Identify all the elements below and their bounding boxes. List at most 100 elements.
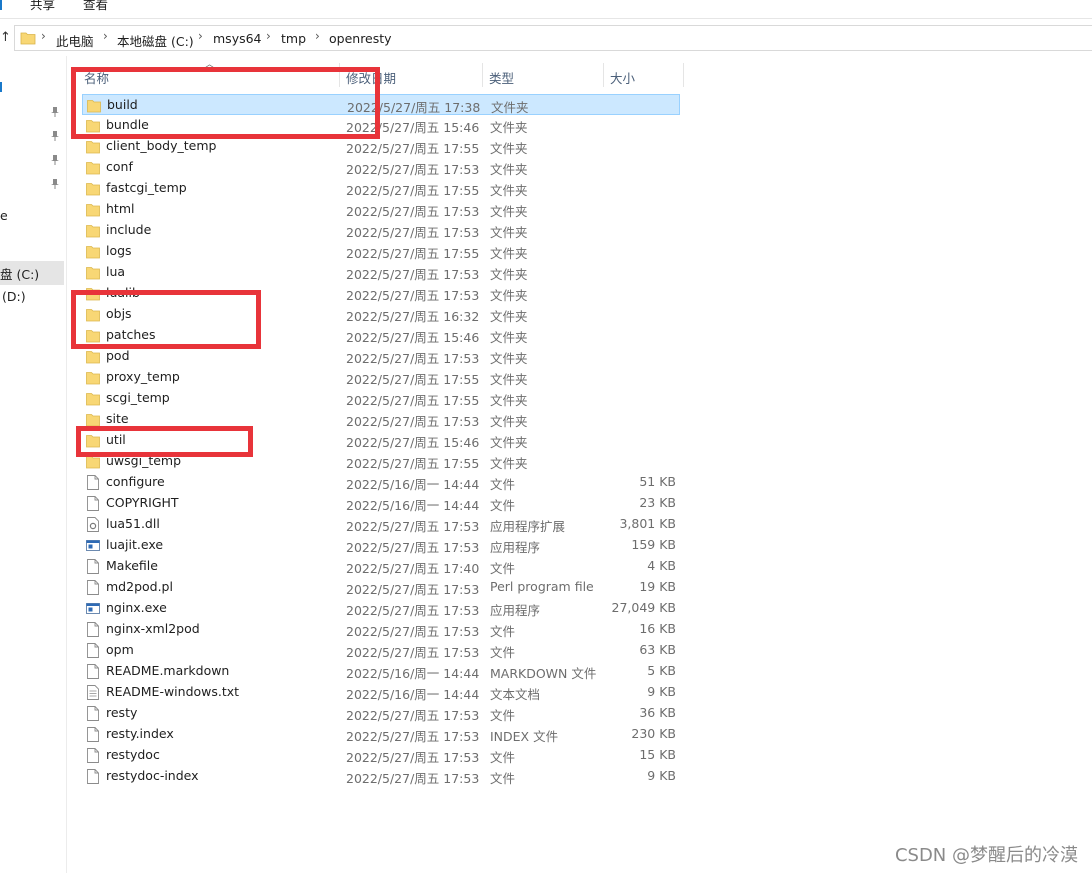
file-row[interactable]: nginx-xml2pod 2022/5/27/周五 17:53 文件 16 KB (82, 619, 680, 640)
file-modified-date: 2022/5/16/周一 14:44 (346, 687, 480, 702)
file-name: proxy_temp (106, 369, 180, 384)
breadcrumb-openresty[interactable]: openresty (329, 31, 392, 46)
nav-item-partial[interactable]: e (0, 208, 8, 223)
file-type: MARKDOWN 文件 (490, 666, 597, 681)
folder-row[interactable]: include 2022/5/27/周五 17:53 文件夹 (82, 220, 680, 241)
column-divider[interactable] (683, 63, 684, 87)
file-name: md2pod.pl (106, 579, 173, 594)
breadcrumb-this-pc[interactable]: 此电脑 (56, 31, 94, 50)
file-type: 文件夹 (490, 225, 528, 240)
file-name: scgi_temp (106, 390, 170, 405)
watermark: CSDN @梦醒后的冷漠 (894, 845, 1078, 866)
folder-icon (86, 414, 100, 427)
file-type: 文件夹 (490, 246, 528, 261)
file-name: README.markdown (106, 663, 230, 678)
file-icon (87, 559, 99, 574)
file-row[interactable]: restydoc 2022/5/27/周五 17:53 文件 15 KB (82, 745, 680, 766)
file-type: 文件夹 (490, 288, 528, 303)
file-row[interactable]: opm 2022/5/27/周五 17:53 文件 63 KB (82, 640, 680, 661)
pin-icon[interactable] (51, 131, 59, 141)
folder-icon (86, 351, 100, 364)
exe-icon (86, 603, 100, 614)
file-modified-date: 2022/5/27/周五 15:46 (346, 330, 480, 345)
file-size: 3,801 KB (619, 516, 676, 531)
file-row[interactable]: luajit.exe 2022/5/27/周五 17:53 应用程序 159 KB (82, 535, 680, 556)
text-file-icon (87, 685, 99, 700)
breadcrumb-local-disk-c[interactable]: 本地磁盘 (C:) (117, 31, 194, 50)
folder-row[interactable]: lua 2022/5/27/周五 17:53 文件夹 (82, 262, 680, 283)
file-icon (87, 643, 99, 658)
file-type: 应用程序 (490, 540, 541, 555)
file-modified-date: 2022/5/27/周五 17:53 (346, 603, 480, 618)
column-header-type[interactable]: 类型 (483, 63, 604, 87)
pin-icon[interactable] (51, 155, 59, 165)
file-row[interactable]: resty 2022/5/27/周五 17:53 文件 36 KB (82, 703, 680, 724)
breadcrumb-tmp[interactable]: tmp (281, 31, 306, 46)
file-modified-date: 2022/5/16/周一 14:44 (346, 498, 480, 513)
file-size: 5 KB (647, 663, 676, 678)
address-bar[interactable]: › 此电脑 › 本地磁盘 (C:) › msys64 › tmp › openr… (14, 25, 1092, 51)
file-row[interactable]: resty.index 2022/5/27/周五 17:53 INDEX 文件 230… (82, 724, 680, 745)
breadcrumb-chevron-icon: › (315, 29, 320, 43)
file-row[interactable]: configure 2022/5/16/周一 14:44 文件 51 KB (82, 472, 680, 493)
folder-row[interactable]: conf 2022/5/27/周五 17:53 文件夹 (82, 157, 680, 178)
file-icon (87, 475, 99, 490)
file-name: client_body_temp (106, 138, 217, 153)
file-type: 文件夹 (490, 351, 528, 366)
file-type: 文件夹 (490, 393, 528, 408)
highlight-box (76, 426, 253, 457)
file-type: 文件夹 (490, 414, 528, 429)
file-name: README-windows.txt (106, 684, 240, 699)
file-modified-date: 2022/5/27/周五 17:53 (346, 414, 480, 429)
file-name: site (106, 411, 129, 426)
file-row[interactable]: README-windows.txt 2022/5/16/周一 14:44 文本文档… (82, 682, 680, 703)
file-type: 文件夹 (490, 162, 528, 177)
tab-view[interactable]: 查看 (83, 0, 108, 13)
file-row[interactable]: Makefile 2022/5/27/周五 17:40 文件 4 KB (82, 556, 680, 577)
tab-share[interactable]: 共享 (30, 0, 55, 13)
folder-row[interactable]: pod 2022/5/27/周五 17:53 文件夹 (82, 346, 680, 367)
file-row[interactable]: restydoc-index 2022/5/27/周五 17:53 文件 9 KB (82, 766, 680, 787)
file-type: INDEX 文件 (490, 729, 559, 744)
dll-icon (87, 517, 99, 532)
navigation-pane: e 盘 (C:) (D:) (0, 56, 67, 873)
folder-row[interactable]: logs 2022/5/27/周五 17:55 文件夹 (82, 241, 680, 262)
file-name: include (106, 222, 152, 237)
file-name: resty.index (106, 726, 174, 741)
up-arrow-icon[interactable]: ↑ (0, 30, 11, 45)
column-header-size[interactable]: 大小 (604, 63, 684, 87)
breadcrumb-chevron-icon: › (198, 29, 203, 43)
folder-row[interactable]: proxy_temp 2022/5/27/周五 17:55 文件夹 (82, 367, 680, 388)
nav-item-drive-c[interactable]: 盘 (C:) (0, 264, 39, 283)
file-size: 51 KB (639, 474, 676, 489)
folder-row[interactable]: html 2022/5/27/周五 17:53 文件夹 (82, 199, 680, 220)
file-row[interactable]: lua51.dll 2022/5/27/周五 17:53 应用程序扩展 3,801 K… (82, 514, 680, 535)
file-icon (87, 580, 99, 595)
file-modified-date: 2022/5/27/周五 17:53 (346, 582, 480, 597)
ribbon: 共享 查看 (0, 0, 1092, 19)
file-row[interactable]: README.markdown 2022/5/16/周一 14:44 MARKDOW… (82, 661, 680, 682)
highlight-box (71, 67, 380, 139)
file-modified-date: 2022/5/27/周五 17:55 (346, 141, 480, 156)
file-modified-date: 2022/5/27/周五 17:53 (346, 540, 480, 555)
file-size: 19 KB (639, 579, 676, 594)
file-name: conf (106, 159, 133, 174)
folder-row[interactable]: scgi_temp 2022/5/27/周五 17:55 文件夹 (82, 388, 680, 409)
pin-icon[interactable] (51, 179, 59, 189)
file-row[interactable]: COPYRIGHT 2022/5/16/周一 14:44 文件 23 KB (82, 493, 680, 514)
nav-item-drive-d[interactable]: (D:) (2, 289, 26, 304)
file-type: 文件夹 (490, 267, 528, 282)
file-size: 16 KB (639, 621, 676, 636)
pin-icon[interactable] (51, 107, 59, 117)
folder-row[interactable]: fastcgi_temp 2022/5/27/周五 17:55 文件夹 (82, 178, 680, 199)
file-size: 9 KB (647, 768, 676, 783)
file-row[interactable]: md2pod.pl 2022/5/27/周五 17:53 Perl program … (82, 577, 680, 598)
file-row[interactable]: nginx.exe 2022/5/27/周五 17:53 应用程序 27,049 KB (82, 598, 680, 619)
breadcrumb-msys64[interactable]: msys64 (213, 31, 262, 46)
folder-icon (86, 162, 100, 175)
file-type: 文件 (490, 624, 516, 639)
folder-row[interactable]: client_body_temp 2022/5/27/周五 17:55 文件夹 (82, 136, 680, 157)
file-modified-date: 2022/5/16/周一 14:44 (346, 477, 480, 492)
folder-icon (86, 372, 100, 385)
highlight-box (71, 290, 261, 349)
